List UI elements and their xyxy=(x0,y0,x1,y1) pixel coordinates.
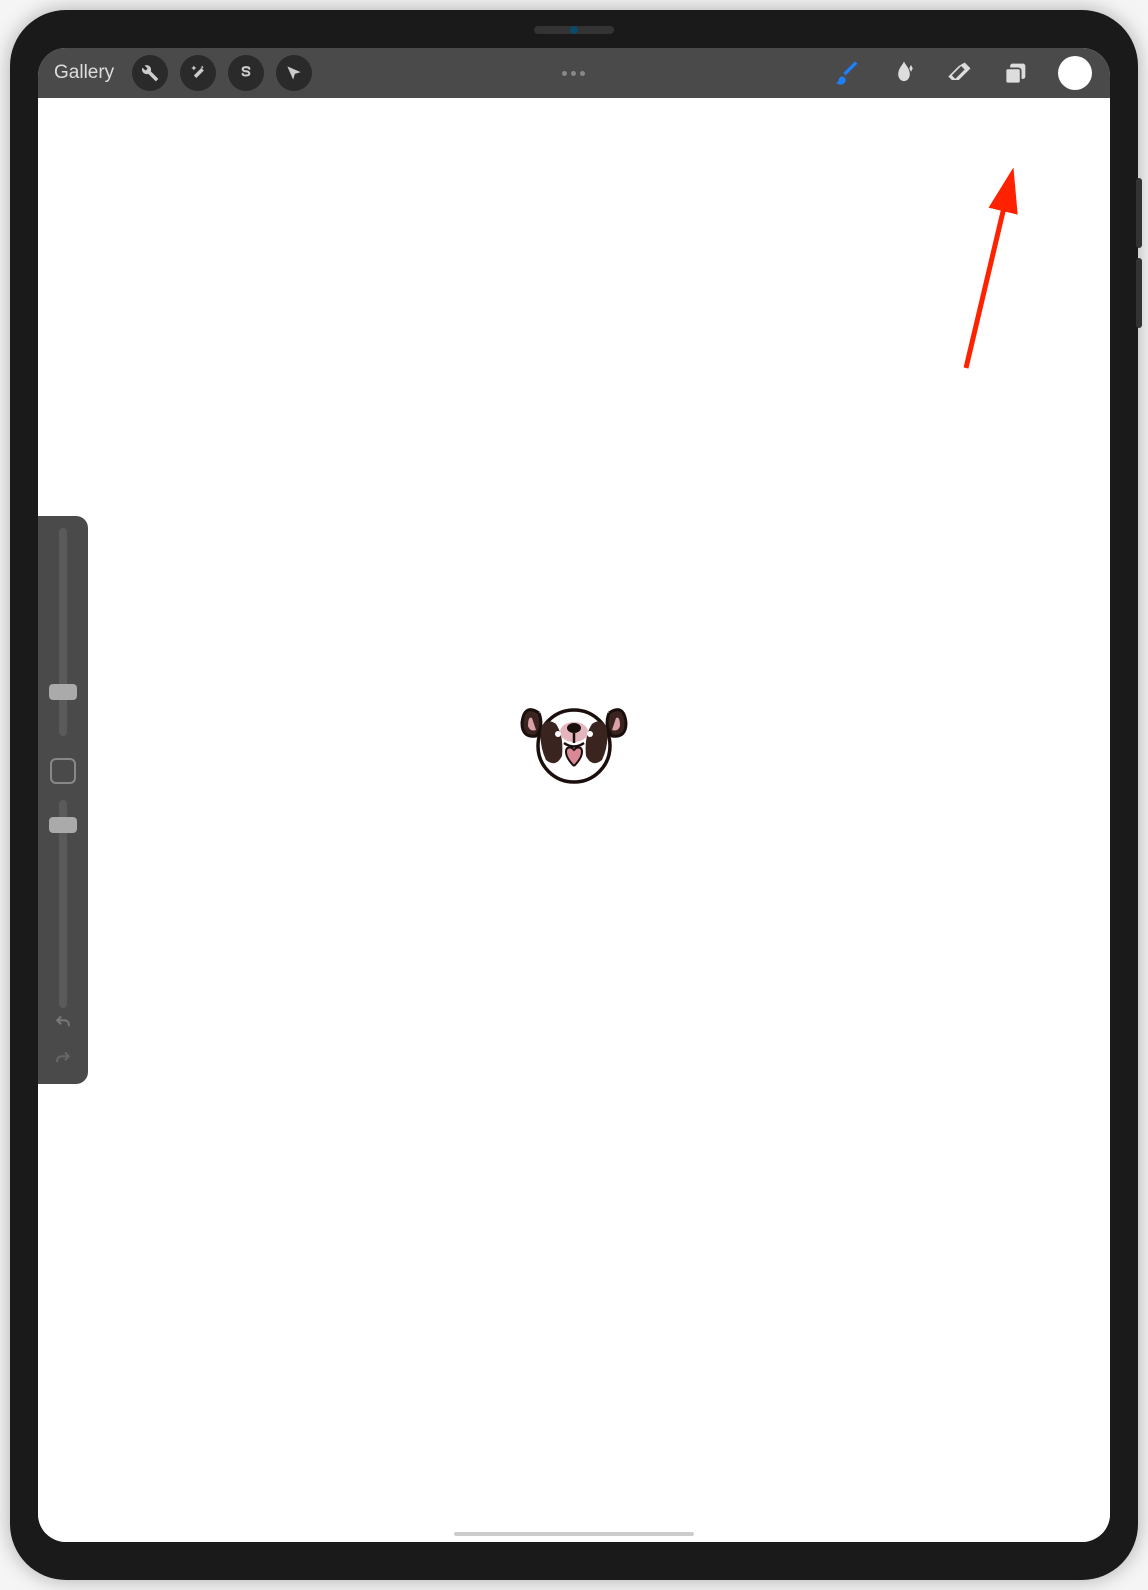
color-picker-button[interactable] xyxy=(1058,56,1092,90)
smudge-button[interactable] xyxy=(890,59,918,87)
opacity-thumb[interactable] xyxy=(49,817,77,833)
front-camera xyxy=(570,26,578,34)
redo-icon[interactable] xyxy=(53,1048,73,1068)
layers-button[interactable] xyxy=(1002,59,1030,87)
actions-button[interactable] xyxy=(132,55,168,91)
left-sidebar xyxy=(38,516,88,1084)
selection-button[interactable] xyxy=(228,55,264,91)
undo-icon[interactable] xyxy=(53,1012,73,1032)
canvas-artwork-dog xyxy=(514,688,634,798)
annotation-arrow xyxy=(946,168,1026,378)
eraser-icon xyxy=(946,59,974,87)
brush-size-slider[interactable] xyxy=(59,528,67,736)
top-toolbar: Gallery xyxy=(38,48,1110,98)
smudge-icon xyxy=(890,59,918,87)
transform-button[interactable] xyxy=(276,55,312,91)
ipad-device-frame: Gallery xyxy=(10,10,1138,1580)
eraser-button[interactable] xyxy=(946,59,974,87)
volume-down-button xyxy=(1136,258,1142,328)
gallery-button[interactable]: Gallery xyxy=(48,62,120,84)
screen: Gallery xyxy=(38,48,1110,1542)
opacity-slider[interactable] xyxy=(59,800,67,1008)
volume-up-button xyxy=(1136,178,1142,248)
cursor-arrow-icon xyxy=(284,63,304,83)
selection-s-icon xyxy=(236,63,256,83)
canvas[interactable] xyxy=(38,98,1110,1542)
wand-icon xyxy=(188,63,208,83)
brush-size-thumb[interactable] xyxy=(49,684,77,700)
brush-icon xyxy=(834,59,862,87)
adjustments-button[interactable] xyxy=(180,55,216,91)
modify-dots-icon xyxy=(562,71,585,76)
home-indicator[interactable] xyxy=(454,1532,694,1536)
wrench-icon xyxy=(140,63,160,83)
brush-button[interactable] xyxy=(834,59,862,87)
toolbar-center-handle[interactable] xyxy=(324,71,822,76)
camera-notch xyxy=(514,24,634,36)
modify-button[interactable] xyxy=(50,758,76,784)
layers-icon xyxy=(1002,59,1030,87)
